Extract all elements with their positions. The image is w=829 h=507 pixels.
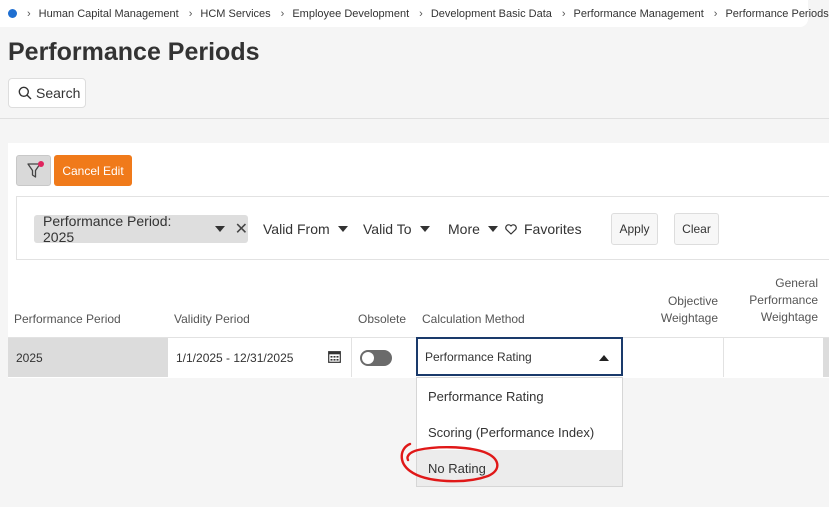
page-title: Performance Periods: [8, 38, 260, 66]
breadcrumb-item[interactable]: HCM Services: [200, 8, 270, 20]
chevron-right-icon: ›: [27, 7, 31, 20]
column-header-objective-weightage[interactable]: Objective Weightage: [628, 294, 718, 325]
filter-more[interactable]: More: [448, 221, 498, 237]
column-header-validity[interactable]: Validity Period: [174, 312, 250, 326]
main-panel: Cancel Edit Performance Period: 2025 ✕ V…: [8, 143, 829, 378]
chevron-right-icon: ›: [188, 7, 193, 20]
calendar-icon[interactable]: [328, 350, 341, 363]
filter-valid-from-label: Valid From: [263, 221, 330, 237]
breadcrumb-item[interactable]: Development Basic Data: [431, 8, 552, 20]
cancel-edit-button[interactable]: Cancel Edit: [54, 155, 132, 186]
caret-down-icon: [419, 226, 430, 232]
cell-general-weightage[interactable]: [723, 338, 824, 377]
column-header-obsolete[interactable]: Obsolete: [358, 312, 406, 326]
annotation-circle: [400, 442, 499, 483]
chevron-right-icon: ›: [713, 7, 718, 20]
apply-button[interactable]: Apply: [611, 213, 658, 245]
calculation-method-select[interactable]: Performance Rating: [416, 337, 623, 376]
breadcrumb: › Human Capital Management › HCM Service…: [0, 0, 829, 27]
column-header-general-weightage[interactable]: General Performance Weightage: [728, 276, 818, 324]
search-button[interactable]: Search: [8, 78, 86, 108]
filter-valid-to-label: Valid To: [363, 221, 412, 237]
header-line: Weightage: [660, 311, 718, 325]
clear-button[interactable]: Clear: [674, 213, 719, 245]
active-filter-dot: [38, 161, 44, 167]
filter-chip-label: Performance Period: 2025: [43, 213, 172, 245]
chevron-right-icon: ›: [419, 7, 423, 20]
breadcrumb-item[interactable]: Performance Management: [574, 8, 704, 20]
caret-up-icon: [599, 355, 609, 361]
favorites-label: Favorites: [524, 221, 582, 237]
cell-performance-period: 2025: [8, 338, 168, 377]
header-line: Weightage: [760, 310, 818, 324]
header-line: General: [775, 276, 818, 290]
favorites-button[interactable]: Favorites: [505, 221, 582, 237]
caret-down-icon: [487, 226, 498, 232]
validity-period-field[interactable]: 1/1/2025 - 12/31/2025: [168, 338, 352, 377]
cell-objective-weightage[interactable]: [623, 338, 724, 377]
filter-valid-from[interactable]: Valid From: [263, 221, 348, 237]
header-line: Performance: [749, 293, 818, 307]
breadcrumb-item[interactable]: Human Capital Management: [39, 8, 179, 20]
home-dot-icon[interactable]: [8, 9, 17, 18]
filter-bar: Performance Period: 2025 ✕ Valid From Va…: [16, 196, 829, 260]
calculation-method-value: Performance Rating: [425, 349, 532, 364]
table-row[interactable]: 2025 1/1/2025 - 12/31/2025 Performance R…: [8, 337, 829, 378]
filter-chip-performance-period[interactable]: Performance Period: 2025 ✕: [34, 213, 248, 245]
filter-more-label: More: [448, 221, 480, 237]
chevron-right-icon: ›: [561, 7, 566, 20]
cell-obsolete: [352, 338, 416, 377]
dropdown-option-performance-rating[interactable]: Performance Rating: [417, 378, 622, 414]
heart-icon: [505, 223, 517, 235]
validity-period-value: 1/1/2025 - 12/31/2025: [176, 350, 294, 365]
column-header-calculation-method[interactable]: Calculation Method: [422, 312, 525, 326]
caret-down-icon[interactable]: [214, 226, 225, 232]
column-header-period[interactable]: Performance Period: [14, 312, 121, 326]
search-label: Search: [36, 85, 81, 101]
breadcrumb-current: Performance Periods: [725, 7, 829, 20]
filter-valid-to[interactable]: Valid To: [363, 221, 430, 237]
divider: [0, 118, 829, 119]
search-icon: [18, 86, 32, 100]
row-edge: [823, 338, 829, 377]
chevron-right-icon: ›: [280, 7, 285, 20]
close-icon[interactable]: ✕: [235, 219, 248, 239]
breadcrumb-item[interactable]: Employee Development: [292, 8, 409, 20]
filter-toggle-button[interactable]: [16, 155, 51, 186]
header-line: Objective: [667, 294, 718, 308]
obsolete-toggle[interactable]: [360, 349, 392, 366]
caret-down-icon: [337, 226, 348, 232]
